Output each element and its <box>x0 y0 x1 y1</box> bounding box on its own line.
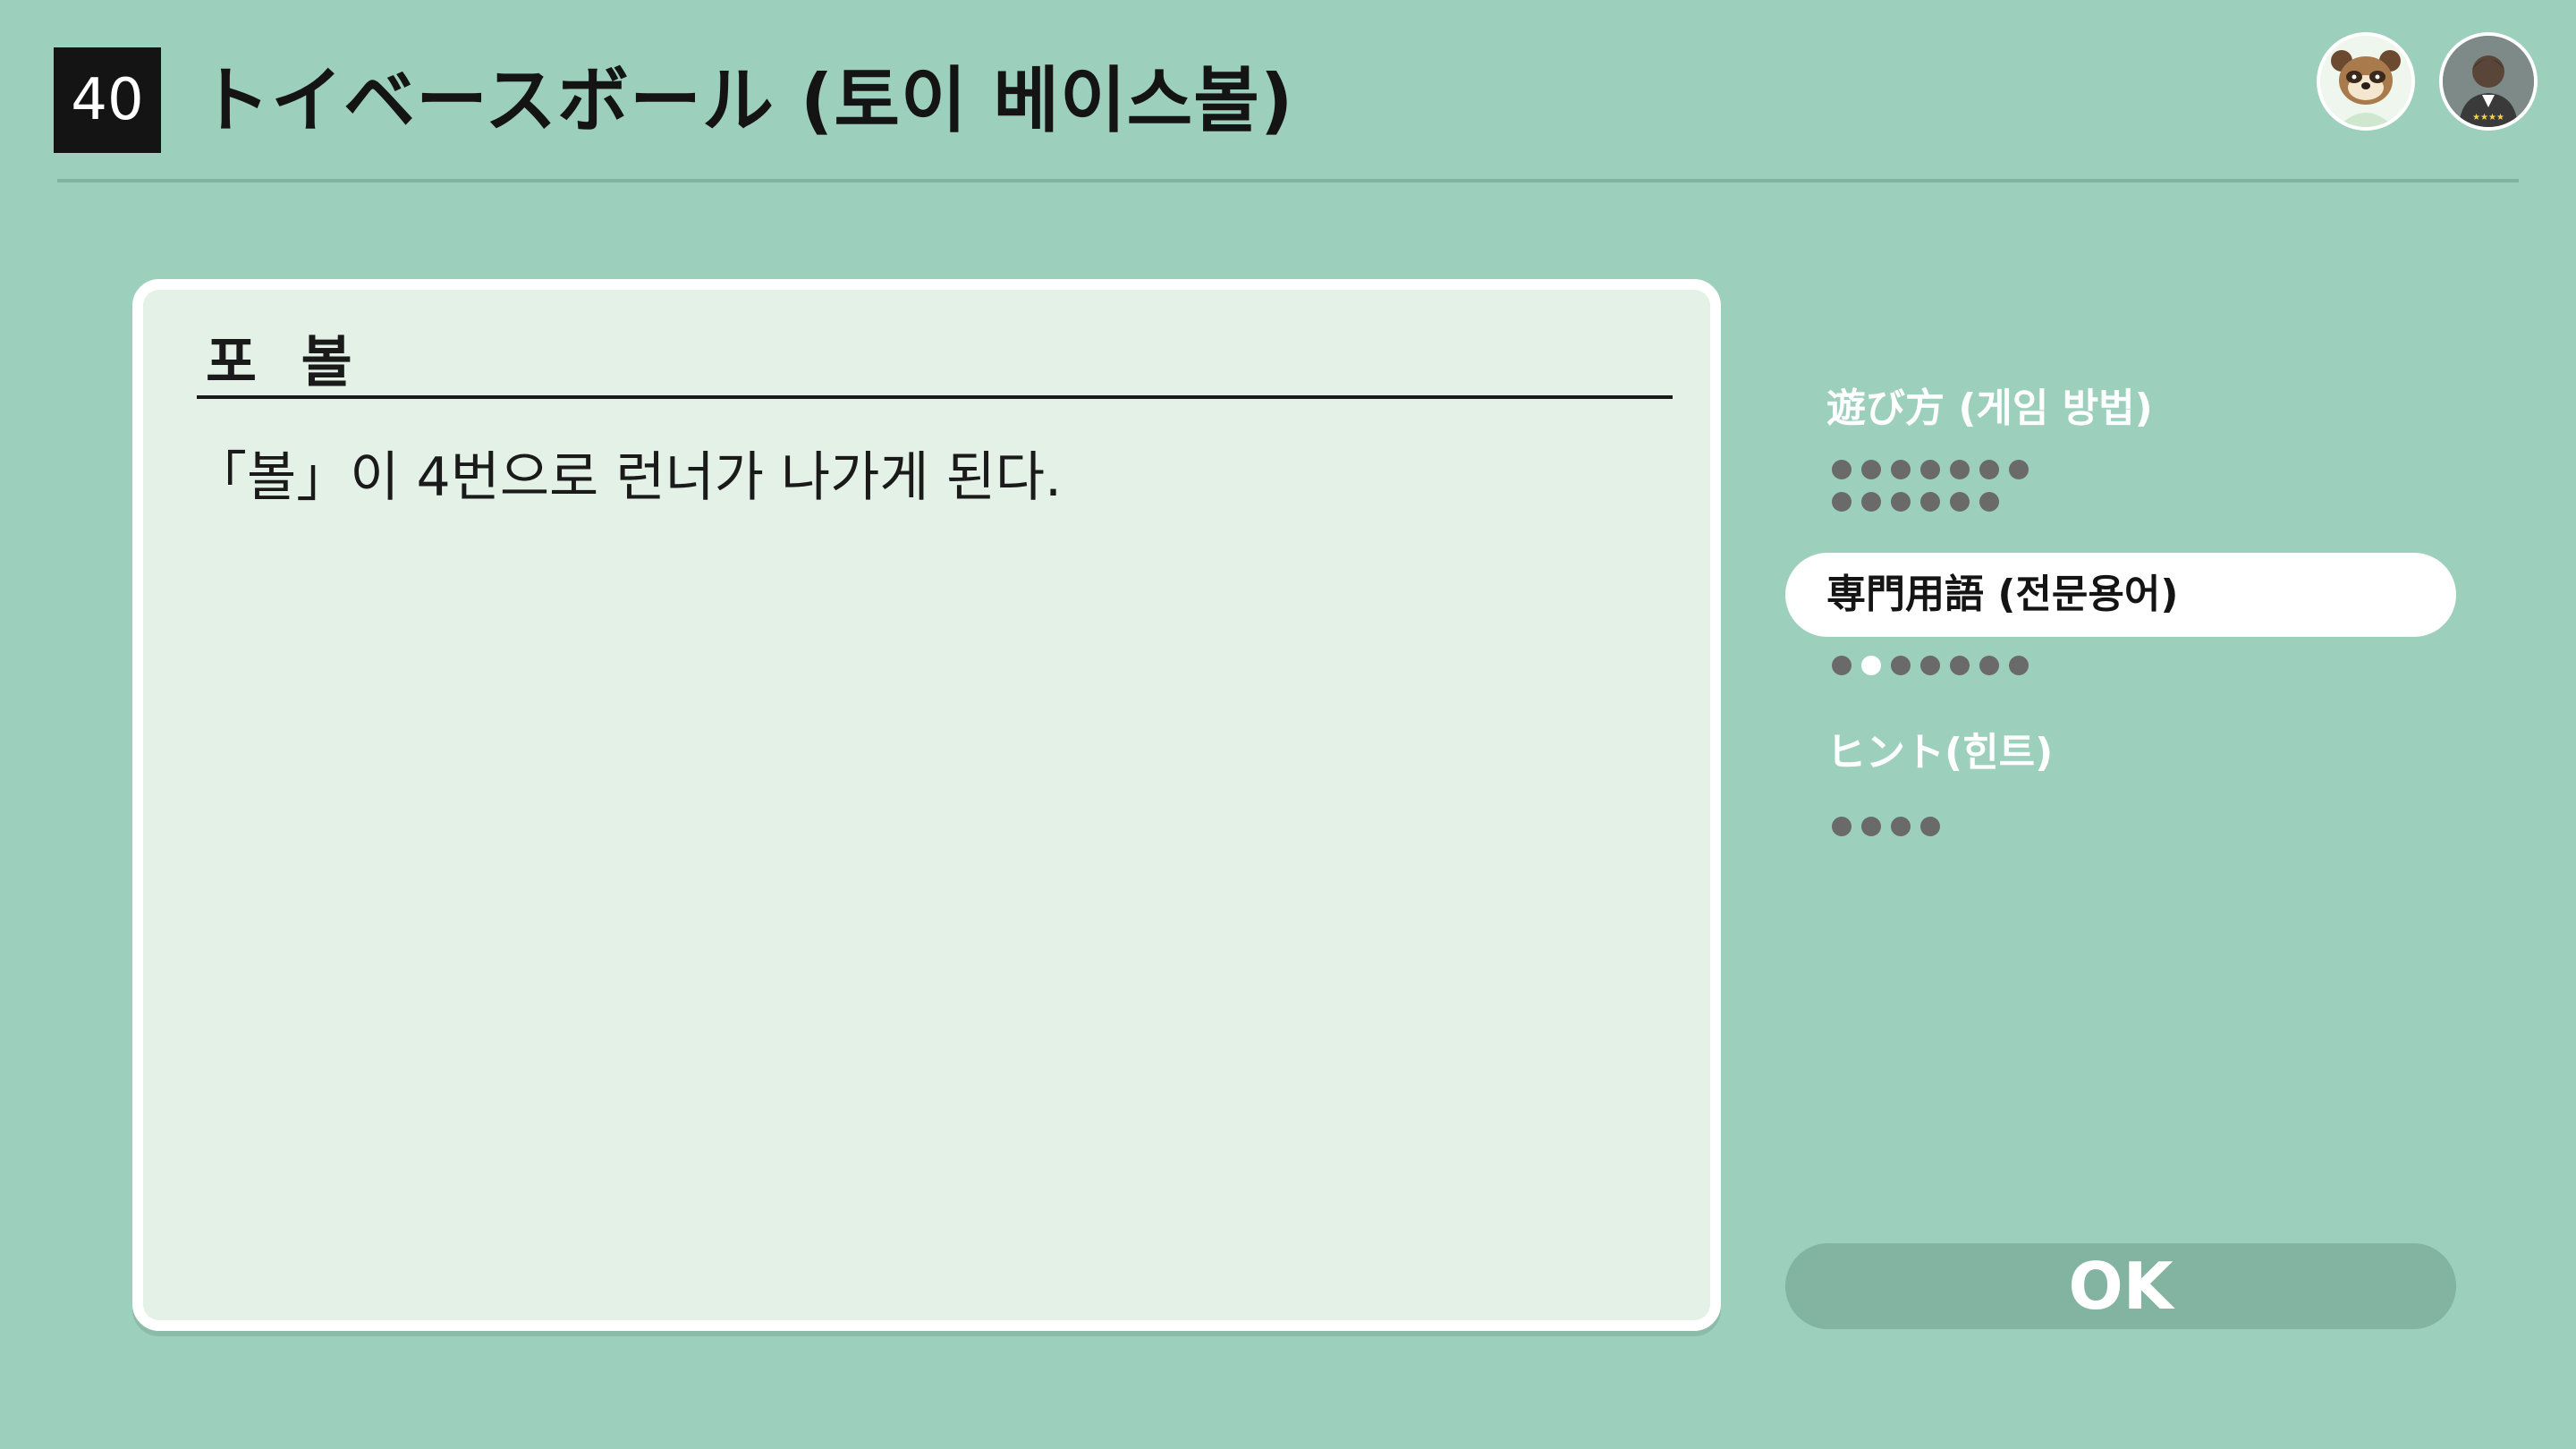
page-title: トイベースボール (토이 베이스볼) <box>199 59 1294 142</box>
page-dots-terminology <box>1832 656 2100 688</box>
game-number-badge: 40 <box>54 47 161 153</box>
page-dot <box>2009 460 2029 479</box>
menu-item-how-to-play[interactable]: 遊び方 (게임 방법) <box>1785 367 2456 451</box>
term-description: 「볼」이 4번으로 런너가 나가게 된다. <box>193 446 1063 509</box>
page-dot <box>1891 492 1911 512</box>
menu-item-terminology[interactable]: 専門用語 (전문용어) <box>1785 553 2456 637</box>
user-profile-icon[interactable]: ★★★★ <box>2439 32 2538 131</box>
page-dot <box>1832 656 1852 675</box>
page-dot <box>1891 460 1911 479</box>
ok-button[interactable]: OK <box>1785 1243 2456 1329</box>
page-dot <box>1861 460 1881 479</box>
page-dot <box>1979 460 1999 479</box>
content-card: 포 볼 「볼」이 4번으로 런너가 나가게 된다. <box>132 279 1721 1331</box>
svg-text:★★★★: ★★★★ <box>2472 113 2504 123</box>
page-dots-hints <box>1832 817 2046 849</box>
page-dot <box>1891 817 1911 836</box>
page-dot <box>1950 460 1970 479</box>
raccoon-character-icon[interactable] <box>2317 32 2415 131</box>
page-dot-current <box>1861 656 1881 675</box>
page-dot <box>1979 492 1999 512</box>
header-divider <box>57 179 2519 182</box>
page-dot <box>1832 817 1852 836</box>
page-dot <box>1832 460 1852 479</box>
page-dot <box>1950 656 1970 675</box>
page-dot <box>1920 492 1940 512</box>
page-dot <box>1920 460 1940 479</box>
page-dot <box>1861 817 1881 836</box>
header: 40 トイベースボール (토이 베이스볼) ★★★★ <box>0 0 2576 188</box>
page-dot <box>1891 656 1911 675</box>
page-dot <box>1832 492 1852 512</box>
page-dot <box>1979 656 1999 675</box>
page-dots-how-to-play <box>1832 460 2046 524</box>
page-dot <box>1920 656 1940 675</box>
page-dot <box>1950 492 1970 512</box>
page-dot <box>1861 492 1881 512</box>
term-title: 포 볼 <box>206 329 365 394</box>
title-divider <box>197 395 1673 399</box>
menu-item-hints[interactable]: ヒント(힌트) <box>1785 711 2456 795</box>
page-dot <box>1920 817 1940 836</box>
page-dot <box>2009 656 2029 675</box>
